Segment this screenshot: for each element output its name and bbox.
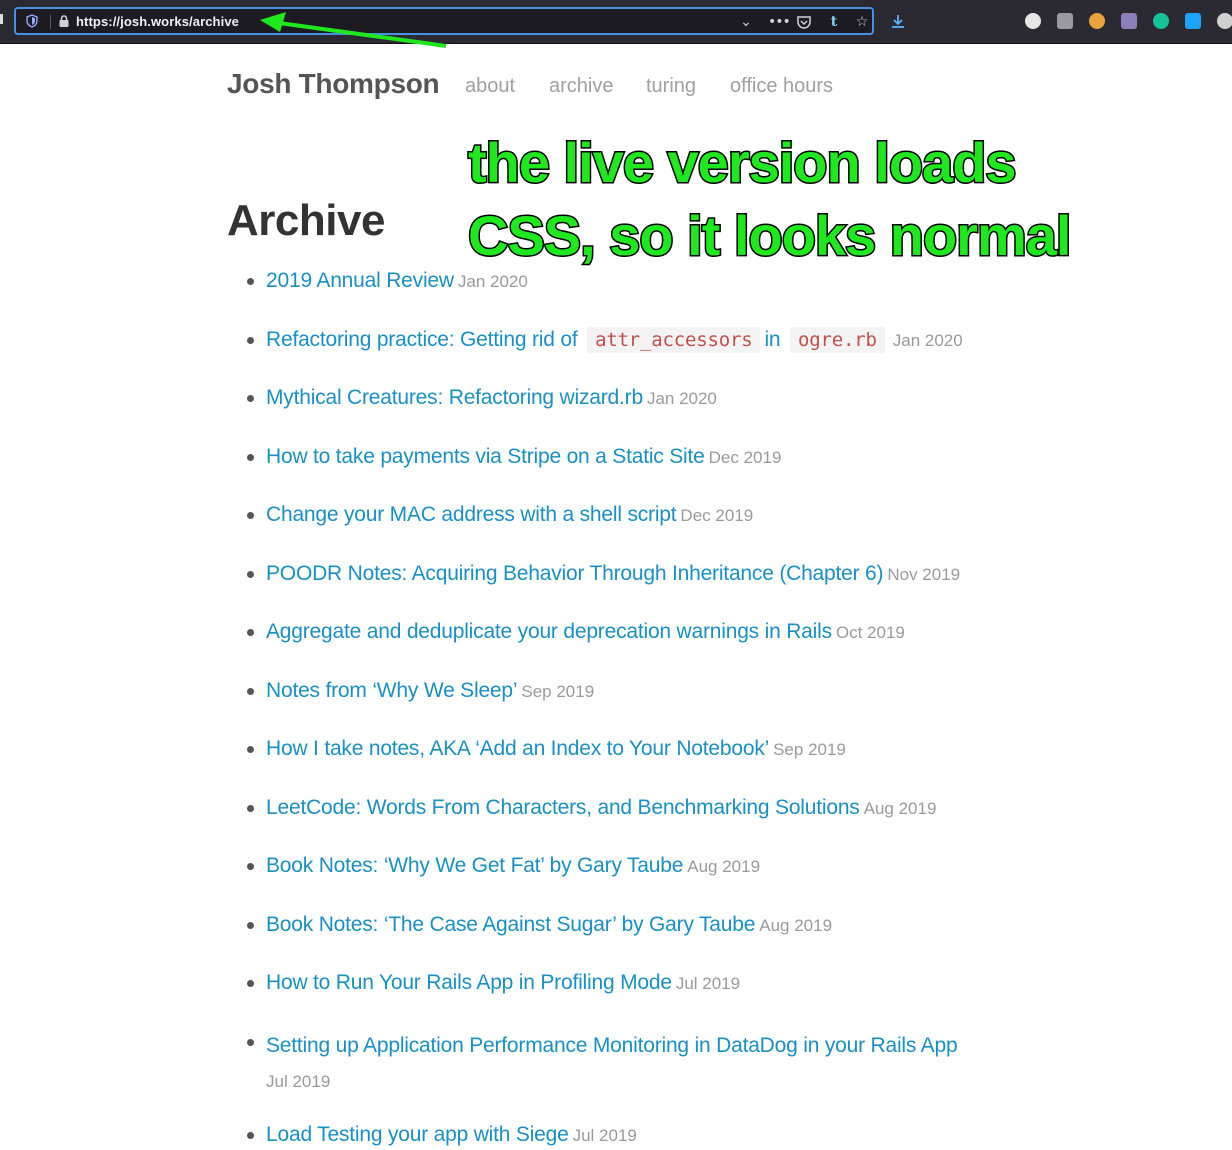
list-item: Setting up Application Performance Monit… — [227, 1028, 1027, 1099]
post-date: Dec 2019 — [680, 506, 754, 525]
cookie-icon[interactable] — [1089, 13, 1105, 29]
ublock-icon[interactable] — [1057, 13, 1073, 29]
post-date: Aug 2019 — [687, 857, 761, 876]
post-date: Jan 2020 — [892, 331, 963, 350]
post-date: Jan 2020 — [457, 272, 528, 291]
post-link[interactable]: How I take notes, AKA ‘Add an Index to Y… — [266, 737, 769, 760]
post-link[interactable]: Load Testing your app with Siege — [266, 1123, 569, 1146]
post-link[interactable]: Book Notes: ‘Why We Get Fat’ by Gary Tau… — [266, 854, 683, 877]
list-item: LeetCode: Words From Characters, and Ben… — [227, 794, 1027, 823]
post-link[interactable]: POODR Notes: Acquiring Behavior Through … — [266, 562, 884, 585]
post-date: Dec 2019 — [708, 448, 782, 467]
nav-archive[interactable]: archive — [549, 75, 613, 98]
list-item: How to take payments via Stripe on a Sta… — [227, 443, 1027, 472]
post-link-text[interactable]: in — [764, 328, 780, 351]
post-link[interactable]: LeetCode: Words From Characters, and Ben… — [266, 796, 860, 819]
post-date: Aug 2019 — [863, 799, 937, 818]
window-edge — [0, 14, 3, 24]
overflow-extension-icon[interactable] — [1217, 13, 1232, 29]
extension-icon[interactable] — [1185, 13, 1201, 29]
browser-toolbar: https://josh.works/archive ⌄ ••• t ☆ — [0, 0, 1232, 44]
post-link[interactable]: Aggregate and deduplicate your deprecati… — [266, 620, 832, 643]
post-link[interactable]: 2019 Annual Review — [266, 269, 454, 292]
list-item: Load Testing your app with Siege Jul 2019 — [227, 1121, 1027, 1150]
github-icon[interactable] — [1121, 13, 1137, 29]
post-date: Jan 2020 — [646, 389, 717, 408]
list-item: 2019 Annual Review Jan 2020 — [227, 267, 1027, 296]
archive-list: 2019 Annual Review Jan 2020 Refactoring p… — [227, 258, 1027, 1150]
post-link-text[interactable]: Refactoring practice: Getting rid of — [266, 328, 578, 351]
post-link[interactable]: Refactoring practice: Getting rid of att… — [266, 327, 889, 353]
url-text[interactable]: https://josh.works/archive — [76, 14, 239, 29]
list-item: Book Notes: ‘The Case Against Sugar’ by … — [227, 911, 1027, 940]
list-item: Aggregate and deduplicate your deprecati… — [227, 618, 1027, 647]
post-link[interactable]: Setting up Application Performance Monit… — [266, 1034, 958, 1057]
post-date: Sep 2019 — [773, 740, 846, 759]
info-icon[interactable] — [1025, 13, 1041, 29]
post-date: Jul 2019 — [266, 1072, 331, 1091]
page-title: Archive — [227, 196, 385, 245]
grammarly-icon[interactable] — [1153, 13, 1169, 29]
post-date: Aug 2019 — [759, 916, 833, 935]
post-date: Jul 2019 — [572, 1126, 637, 1145]
list-item: How to Run Your Rails App in Profiling M… — [227, 969, 1027, 998]
post-link[interactable]: Change your MAC address with a shell scr… — [266, 503, 677, 526]
more-icon[interactable]: ••• — [768, 14, 791, 30]
nav-office-hours[interactable]: office hours — [730, 75, 833, 98]
annotation-text-line-1: the live version loads — [467, 130, 1019, 196]
post-date: Sep 2019 — [521, 682, 595, 701]
nav-about[interactable]: about — [465, 75, 515, 98]
star-icon[interactable]: ☆ — [854, 14, 870, 30]
nav-turing[interactable]: turing — [646, 75, 696, 98]
list-item: Change your MAC address with a shell scr… — [227, 501, 1027, 530]
inline-code[interactable]: attr_accessors — [587, 327, 761, 353]
post-link[interactable]: How to Run Your Rails App in Profiling M… — [266, 971, 672, 994]
pocket-icon[interactable] — [796, 14, 812, 30]
post-link[interactable]: Book Notes: ‘The Case Against Sugar’ by … — [266, 913, 755, 936]
post-date: Nov 2019 — [887, 565, 961, 584]
tumblr-icon[interactable]: t — [826, 14, 842, 30]
list-item: Notes from ‘Why We Sleep’ Sep 2019 — [227, 677, 1027, 706]
post-link[interactable]: Mythical Creatures: Refactoring wizard.r… — [266, 386, 643, 409]
lock-icon[interactable] — [57, 14, 71, 28]
post-date: Oct 2019 — [835, 623, 905, 642]
list-item: Refactoring practice: Getting rid of att… — [227, 326, 1027, 355]
shield-icon[interactable] — [25, 14, 39, 28]
annotation-arrow — [260, 12, 447, 48]
inline-code[interactable]: ogre.rb — [790, 327, 885, 353]
post-date: Jul 2019 — [675, 974, 741, 993]
list-item: Mythical Creatures: Refactoring wizard.r… — [227, 384, 1027, 413]
chevron-down-icon[interactable]: ⌄ — [738, 14, 754, 30]
site-title[interactable]: Josh Thompson — [227, 68, 440, 100]
list-item: POODR Notes: Acquiring Behavior Through … — [227, 560, 1027, 589]
post-link[interactable]: How to take payments via Stripe on a Sta… — [266, 445, 705, 468]
post-link[interactable]: Notes from ‘Why We Sleep’ — [266, 679, 518, 702]
list-item: How I take notes, AKA ‘Add an Index to Y… — [227, 735, 1027, 764]
list-item: Book Notes: ‘Why We Get Fat’ by Gary Tau… — [227, 852, 1027, 881]
urlbar-separator — [50, 14, 51, 29]
download-icon[interactable] — [890, 13, 906, 29]
